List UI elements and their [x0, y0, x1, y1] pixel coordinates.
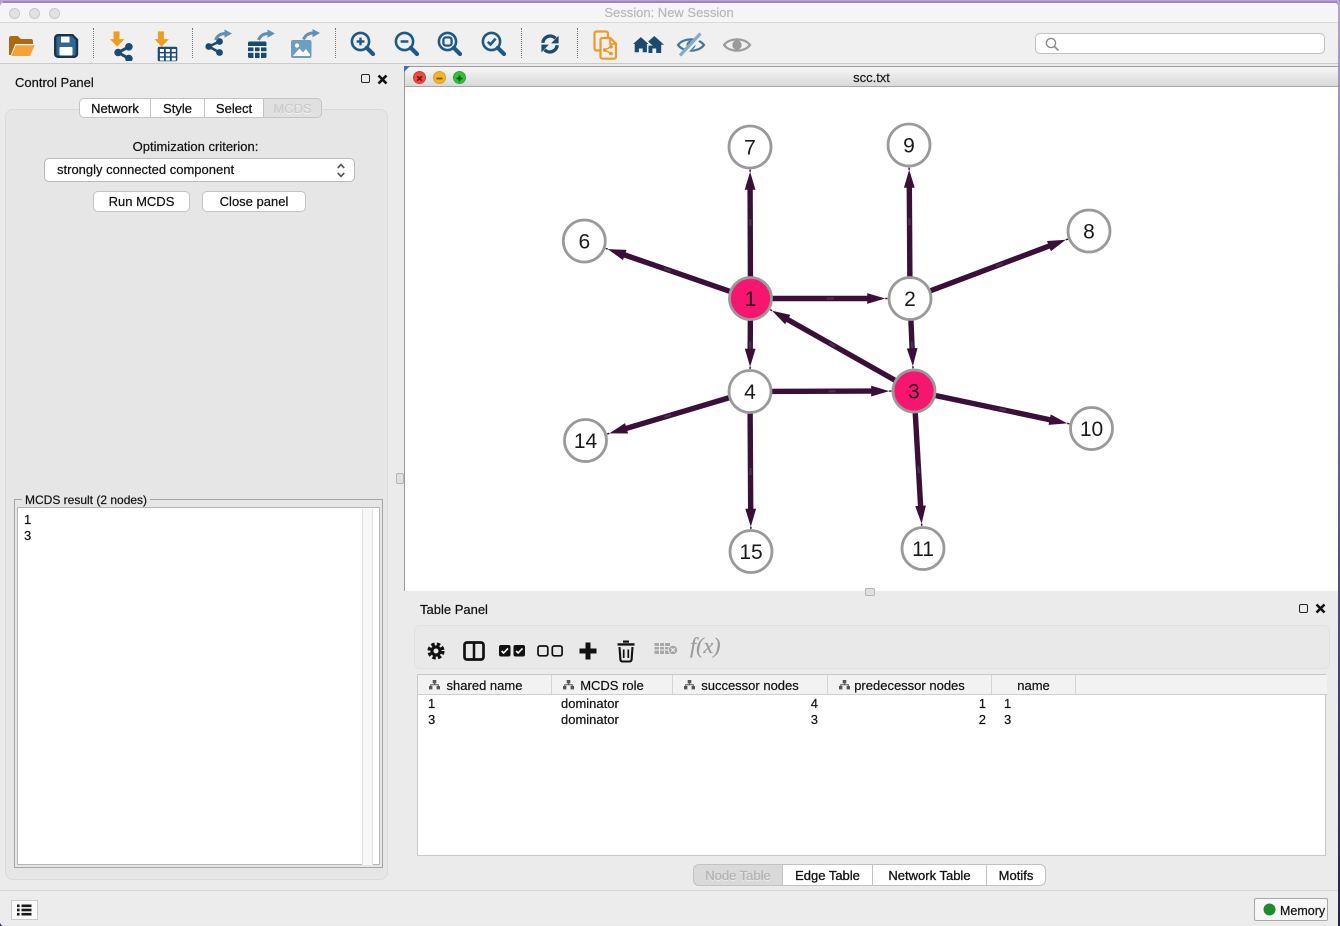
- svg-text:14: 14: [574, 429, 598, 452]
- svg-text:7: 7: [744, 136, 756, 159]
- svg-text:11: 11: [912, 537, 934, 560]
- svg-text:3: 3: [908, 380, 920, 403]
- svg-text:1: 1: [745, 287, 757, 310]
- svg-text:9: 9: [903, 134, 915, 157]
- svg-text:2: 2: [904, 287, 916, 310]
- svg-text:4: 4: [744, 380, 756, 403]
- svg-text:8: 8: [1083, 220, 1095, 243]
- svg-text:15: 15: [739, 540, 762, 563]
- svg-text:10: 10: [1080, 417, 1103, 440]
- svg-text:6: 6: [578, 230, 590, 253]
